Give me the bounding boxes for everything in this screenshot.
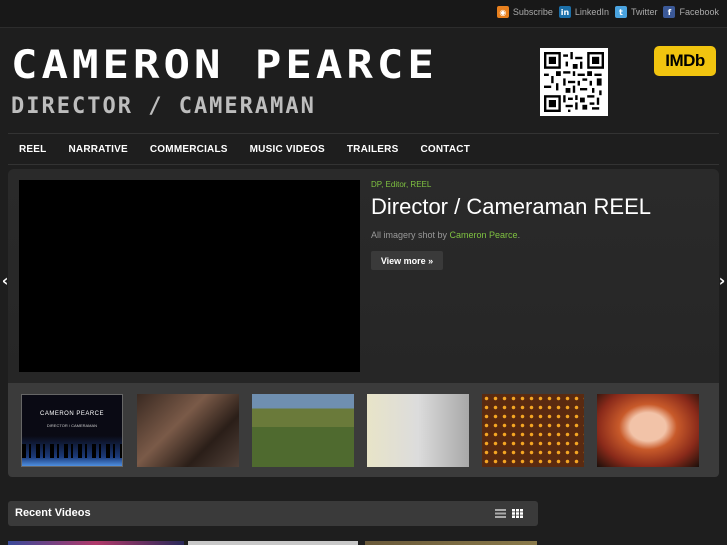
slide-desc-prefix: All imagery shot by <box>371 230 450 240</box>
qr-code-icon <box>544 52 604 112</box>
social-links: ◉ Subscribe in LinkedIn t Twitter f Face… <box>496 6 719 18</box>
slide-desc-suffix: . <box>517 230 521 240</box>
thumbnail-redhead-portrait[interactable] <box>597 394 699 467</box>
slider-next-arrow-icon[interactable]: › <box>717 270 727 290</box>
video-player[interactable] <box>19 180 360 372</box>
slider-prev-arrow-icon[interactable]: ‹ <box>0 270 10 290</box>
thumbnail-title: CAMERON PEARCE <box>39 411 104 417</box>
facebook-label: Facebook <box>679 7 719 17</box>
main-nav: REEL NARRATIVE COMMERCIALS MUSIC VIDEOS … <box>8 133 719 165</box>
linkedin-icon: in <box>558 6 571 18</box>
site-subtitle: DIRECTOR / CAMERAMAN <box>11 94 316 119</box>
recent-video-thumb[interactable] <box>365 541 537 545</box>
imdb-logo[interactable]: IMDb <box>654 46 716 76</box>
nav-item-reel[interactable]: REEL <box>8 144 57 155</box>
skyline-silhouette <box>22 444 122 458</box>
thumbnail-lights-stage[interactable] <box>482 394 584 467</box>
slide-desc-link[interactable]: Cameron Pearce <box>450 230 518 240</box>
nav-item-commercials[interactable]: COMMERCIALS <box>139 144 239 155</box>
twitter-label: Twitter <box>630 7 658 17</box>
linkedin-link[interactable]: in LinkedIn <box>558 6 609 18</box>
site-title[interactable]: CAMERON PEARCE <box>11 44 491 87</box>
linkedin-label: LinkedIn <box>574 7 609 17</box>
facebook-link[interactable]: f Facebook <box>663 6 719 18</box>
grid-view-icon[interactable] <box>512 509 523 518</box>
nav-item-trailers[interactable]: TRAILERS <box>336 144 410 155</box>
thumbnail-drums[interactable] <box>137 394 239 467</box>
nav-item-narrative[interactable]: NARRATIVE <box>57 144 138 155</box>
twitter-icon: t <box>614 6 627 18</box>
thumbnail-portrait-jewel[interactable] <box>367 394 469 467</box>
twitter-link[interactable]: t Twitter <box>614 6 658 18</box>
facebook-icon: f <box>663 6 676 18</box>
thumbnail-subtitle: DIRECTOR / CAMERAMAN <box>46 423 98 428</box>
rss-icon: ◉ <box>496 6 509 18</box>
slide-title[interactable]: Director / Cameraman REEL <box>371 194 651 220</box>
list-view-icon[interactable] <box>495 509 506 518</box>
recent-video-thumb[interactable] <box>8 541 184 545</box>
view-more-button[interactable]: View more » <box>371 251 443 270</box>
thumbnail-field[interactable] <box>252 394 354 467</box>
thumbnail-reel[interactable]: CAMERON PEARCE DIRECTOR / CAMERAMAN <box>21 394 123 467</box>
nav-item-music-videos[interactable]: MUSIC VIDEOS <box>239 144 336 155</box>
nav-item-contact[interactable]: CONTACT <box>409 144 481 155</box>
qr-code-image <box>540 48 608 116</box>
top-bar: ◉ Subscribe in LinkedIn t Twitter f Face… <box>0 0 727 28</box>
slide-description: All imagery shot by Cameron Pearce. <box>371 230 520 240</box>
recent-video-thumb[interactable] <box>188 541 358 545</box>
subscribe-label: Subscribe <box>512 7 553 17</box>
subscribe-link[interactable]: ◉ Subscribe <box>496 6 553 18</box>
slide-categories[interactable]: DP, Editor, REEL <box>371 180 431 189</box>
recent-videos-title: Recent Videos <box>15 507 91 519</box>
